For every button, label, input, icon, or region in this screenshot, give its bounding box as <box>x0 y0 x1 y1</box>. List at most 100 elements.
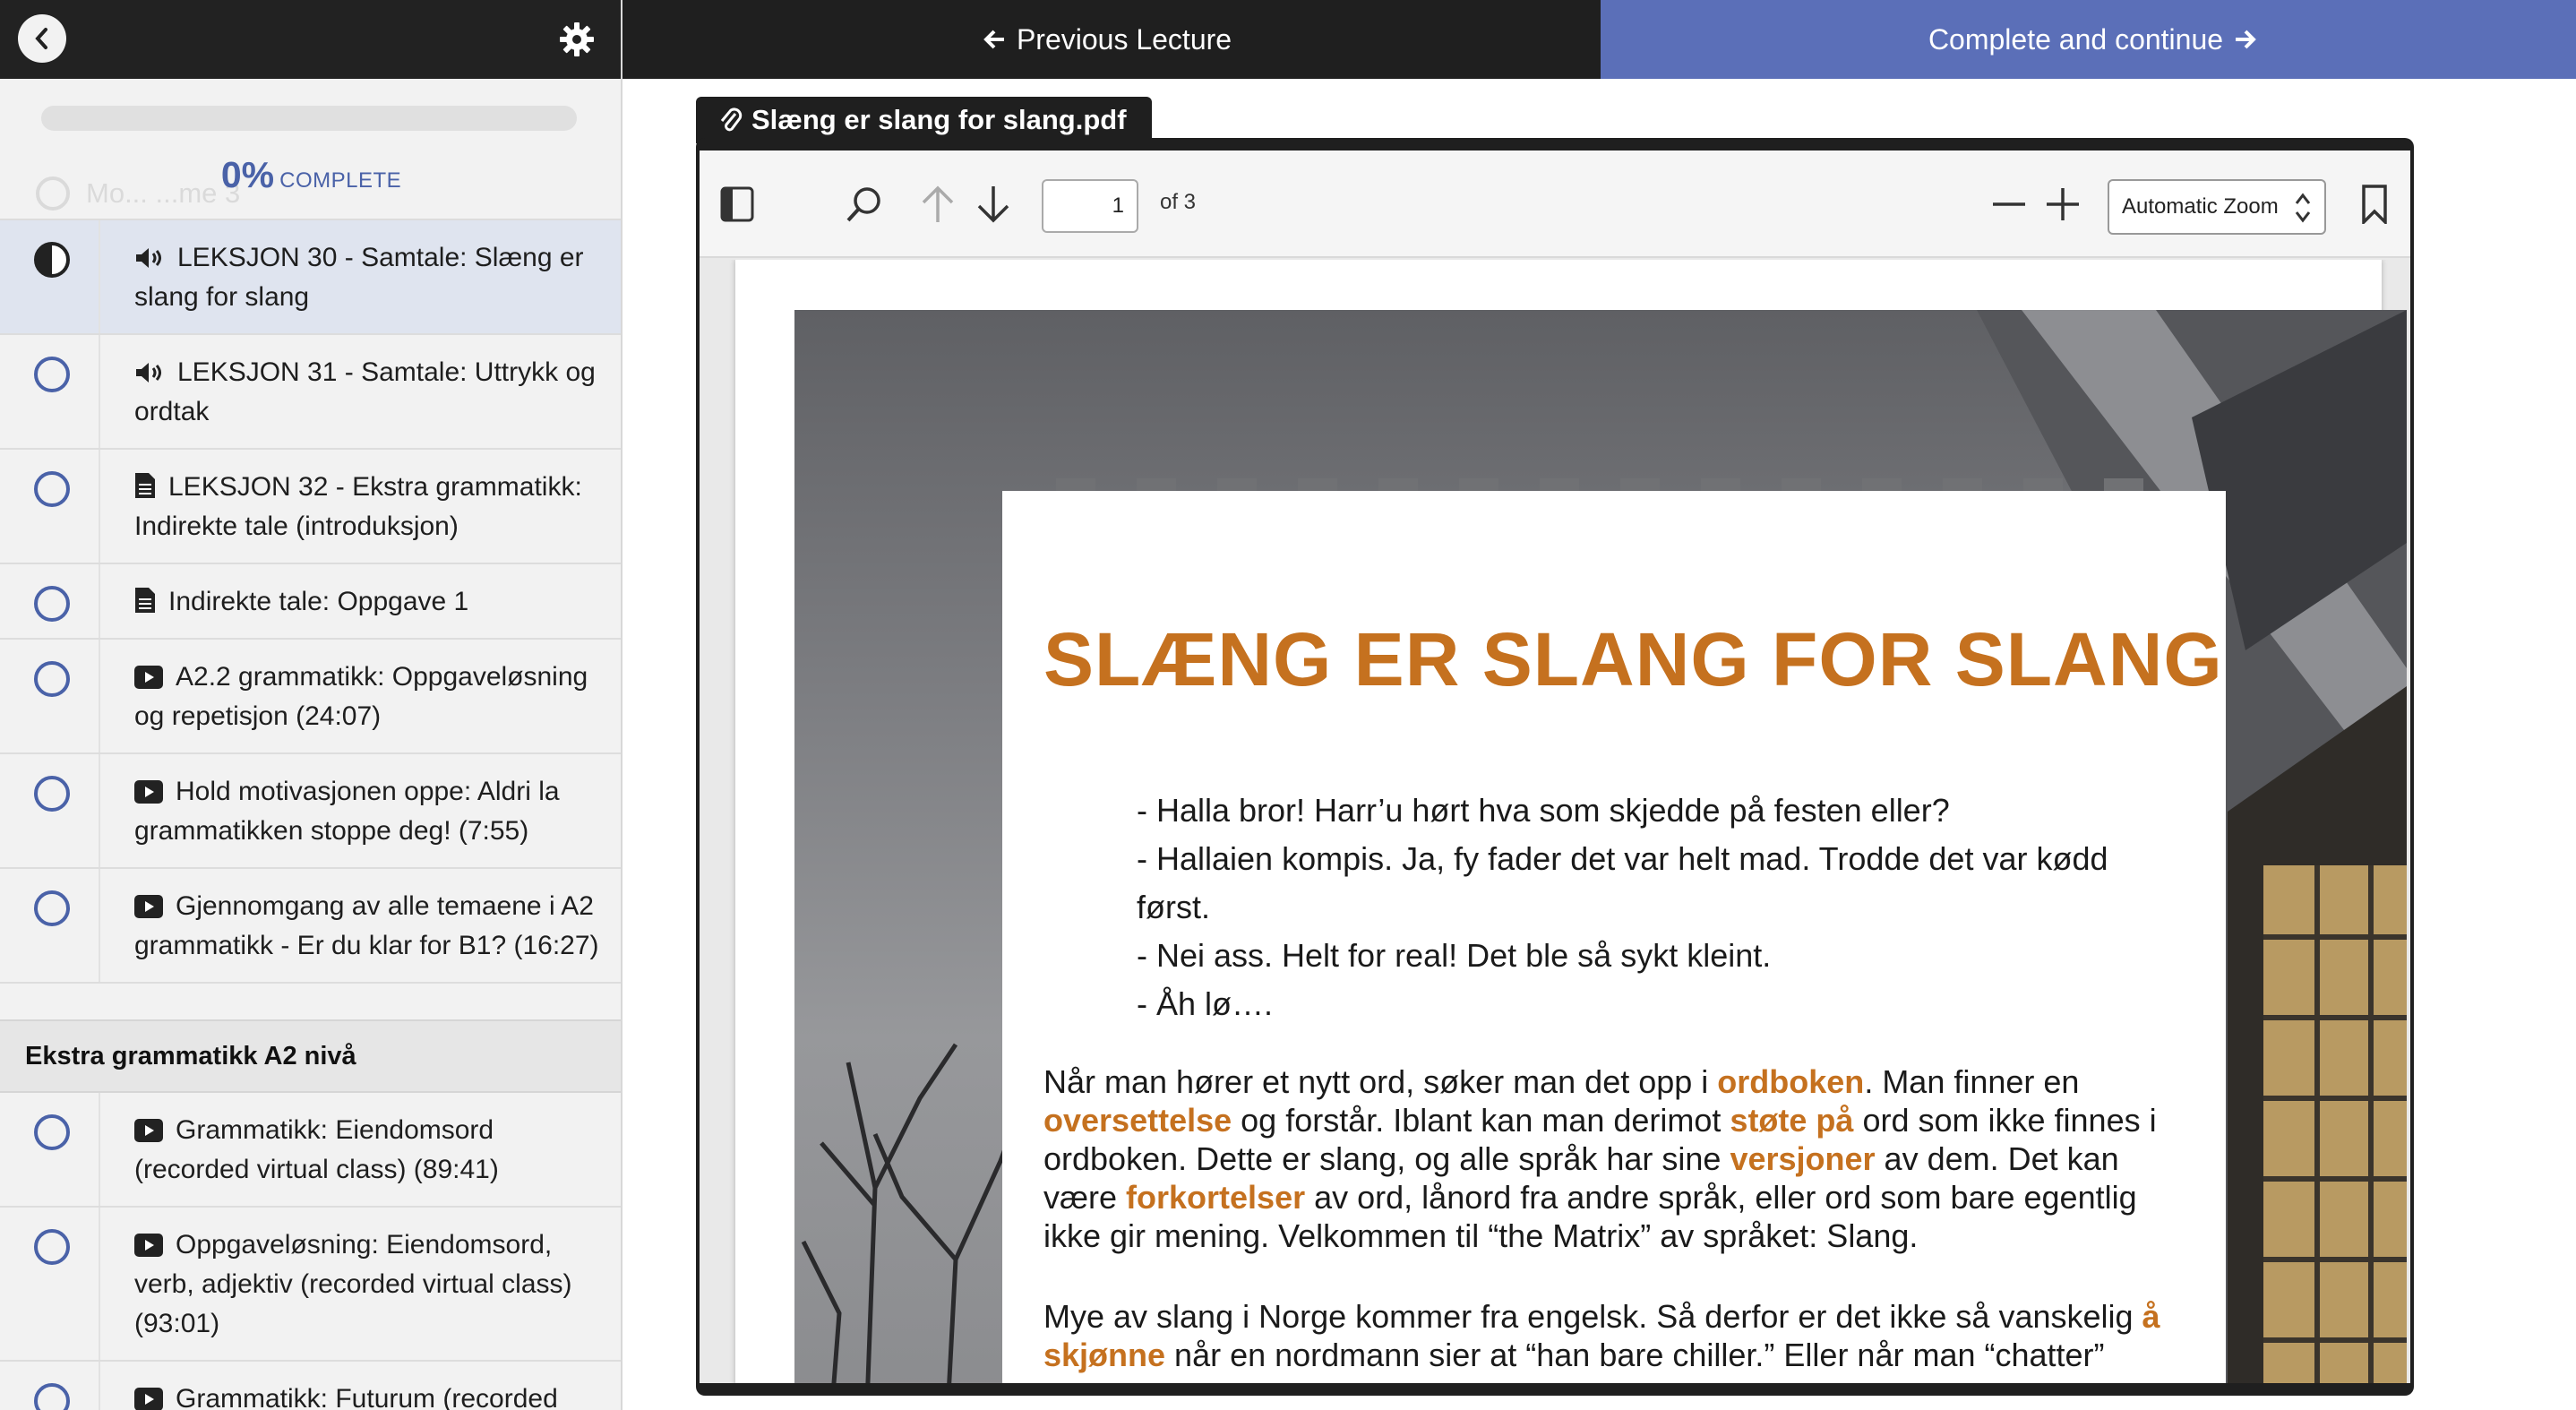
lecture-item[interactable]: LEKSJON 31 - Samtale: Uttrykk og ordtak <box>0 335 621 450</box>
gear-icon <box>560 22 594 56</box>
toggle-sidebar-button[interactable] <box>717 183 757 226</box>
arrow-down-icon <box>977 186 1009 223</box>
pdf-dialogue: - Halla bror! Harr’u hørt hva som skjedd… <box>1137 787 2158 1028</box>
arrow-left-icon <box>983 30 1004 49</box>
highlighted-word: forkortelser <box>1126 1179 1306 1216</box>
lecture-title: Hold motivasjonen oppe: Aldri la grammat… <box>134 777 560 846</box>
previous-page-button[interactable] <box>918 183 957 226</box>
lecture-item[interactable]: Indirekte tale: Oppgave 1 <box>0 564 621 640</box>
dialogue-line: - Nei ass. Helt for real! Det ble så syk… <box>1137 937 1772 974</box>
lecture-title: Indirekte tale: Oppgave 1 <box>168 587 469 616</box>
video-icon <box>134 1234 163 1257</box>
dialogue-line: - Hallaien kompis. Ja, fy fader det var … <box>1137 840 2108 925</box>
pdf-text-card: SLÆNG ER SLANG FOR SLANG - Halla bror! H… <box>1002 478 2226 1383</box>
search-icon <box>846 187 880 222</box>
dialogue-line: - Åh lø…. <box>1137 985 1274 1022</box>
lecture-item[interactable]: Oppgaveløsning: Eiendomsord, verb, adjek… <box>0 1208 621 1362</box>
lecture-title: Gjennomgang av alle temaene i A2 grammat… <box>134 891 599 960</box>
perforated-edge <box>1056 478 2143 491</box>
incomplete-status-icon[interactable] <box>34 1114 70 1150</box>
zoom-out-button[interactable] <box>1989 183 2029 226</box>
incomplete-status-icon[interactable] <box>34 357 70 392</box>
select-arrows-icon <box>2295 193 2311 223</box>
lecture-title: A2.2 grammatikk: Oppgaveløsning og repet… <box>134 662 588 731</box>
incomplete-status-icon[interactable] <box>34 776 70 812</box>
zoom-in-button[interactable] <box>2043 183 2082 226</box>
pdf-title: SLÆNG ER SLANG FOR SLANG <box>1043 617 2223 701</box>
in-progress-status-icon[interactable] <box>34 242 70 278</box>
lecture-title: LEKSJON 32 - Ekstra grammatikk: Indirekt… <box>134 472 582 541</box>
document-icon <box>135 473 155 498</box>
video-icon <box>134 1388 163 1410</box>
pdf-paragraph: Mye av slang i Norge kommer fra engelsk.… <box>1043 1298 2160 1373</box>
arrow-up-icon <box>922 185 954 222</box>
lecture-item[interactable]: LEKSJON 32 - Ekstra grammatikk: Indirekt… <box>0 450 621 564</box>
pdf-toolbar: 1 of 3 Automatic Zoom <box>700 150 2410 258</box>
page-number-input[interactable]: 1 <box>1042 179 1138 233</box>
video-icon <box>134 1119 163 1142</box>
lecture-title: LEKSJON 30 - Samtale: Slæng er slang for… <box>134 243 584 312</box>
pdf-viewer: 1 of 3 Automatic Zoom SLÆNG ER SLANG FOR… <box>696 138 2414 1396</box>
lecture-item[interactable]: Grammatikk: Eiendomsord (recorded virtua… <box>0 1093 621 1208</box>
progress-label: 0% COMPLETE <box>0 154 621 196</box>
incomplete-status-icon[interactable] <box>34 471 70 507</box>
lecture-list: LEKSJON 30 - Samtale: Slæng er slang for… <box>0 220 621 984</box>
sidebar-toggle-icon <box>720 186 754 222</box>
next-page-button[interactable] <box>974 183 1013 226</box>
arrow-right-icon <box>2236 30 2256 49</box>
attachment-filename: Slæng er slang for slang.pdf <box>751 104 1127 135</box>
zoom-select[interactable]: Automatic Zoom <box>2108 179 2326 235</box>
page-background-photo: SLÆNG ER SLANG FOR SLANG - Halla bror! H… <box>794 310 2407 1383</box>
highlighted-word: ordboken <box>1717 1063 1865 1100</box>
attachment-tab[interactable]: Slæng er slang for slang.pdf <box>696 97 1152 143</box>
progress-percent: 0% <box>220 154 275 195</box>
pdf-paragraph: Når man hører et nytt ord, søker man det… <box>1043 1063 2157 1254</box>
find-button[interactable] <box>843 183 886 226</box>
settings-button[interactable] <box>557 20 597 59</box>
lecture-title: Grammatikk: Eiendomsord (recorded virtua… <box>134 1115 499 1184</box>
lecture-list: Grammatikk: Eiendomsord (recorded virtua… <box>0 1093 621 1410</box>
incomplete-status-icon[interactable] <box>34 1229 70 1265</box>
minus-icon <box>1993 202 2025 206</box>
incomplete-status-icon[interactable] <box>34 586 70 622</box>
previous-lecture-label: Previous Lecture <box>1016 22 1232 56</box>
plus-icon <box>2047 188 2079 220</box>
complete-and-continue-button[interactable]: Complete and continue <box>1601 0 2576 79</box>
section-title: Ekstra grammatikk A2 nivå <box>0 1019 621 1093</box>
dialogue-line: - Halla bror! Harr’u hørt hva som skjedd… <box>1137 792 1950 829</box>
back-button[interactable] <box>18 14 66 63</box>
incomplete-status-icon[interactable] <box>34 890 70 926</box>
bookmark-icon <box>2362 185 2387 224</box>
lecture-item[interactable]: Grammatikk: Futurum (recorded <box>0 1362 621 1410</box>
lecture-item[interactable]: Gjennomgang av alle temaene i A2 grammat… <box>0 869 621 984</box>
lecture-title: Oppgaveløsning: Eiendomsord, verb, adjek… <box>134 1230 572 1338</box>
chevron-left-icon <box>35 28 47 49</box>
progress-word: COMPLETE <box>279 168 402 193</box>
highlighted-word: støte på <box>1730 1102 1854 1139</box>
previous-lecture-button[interactable]: Previous Lecture <box>623 0 1601 79</box>
course-sidebar: Mo... ...me 3 0% COMPLETE LEKSJON 30 - Sa… <box>0 0 623 1410</box>
pdf-page: SLÆNG ER SLANG FOR SLANG - Halla bror! H… <box>735 260 2407 1383</box>
speaker-icon <box>136 248 161 268</box>
lecture-item[interactable]: A2.2 grammatikk: Oppgaveløsning og repet… <box>0 640 621 754</box>
progress-bar <box>41 106 577 131</box>
lecture-title: Grammatikk: Futurum (recorded <box>176 1384 558 1410</box>
document-icon <box>135 588 155 613</box>
incomplete-status-icon[interactable] <box>34 1383 70 1410</box>
lecture-item[interactable]: Hold motivasjonen oppe: Aldri la grammat… <box>0 754 621 869</box>
video-icon <box>134 780 163 804</box>
complete-and-continue-label: Complete and continue <box>1928 22 2224 56</box>
video-icon <box>134 895 163 918</box>
sidebar-header <box>0 0 621 79</box>
video-icon <box>134 666 163 689</box>
speaker-icon <box>136 363 161 383</box>
paperclip-icon <box>720 107 743 132</box>
lecture-item[interactable]: LEKSJON 30 - Samtale: Slæng er slang for… <box>0 220 621 335</box>
incomplete-status-icon[interactable] <box>34 661 70 697</box>
bookmark-button[interactable] <box>2358 183 2391 226</box>
lecture-content: Slæng er slang for slang.pdf 1 of 3 Auto… <box>624 79 2576 1410</box>
page-count-label: of 3 <box>1160 190 1197 214</box>
course-progress: Mo... ...me 3 0% COMPLETE <box>0 79 621 220</box>
highlighted-word: oversettelse <box>1043 1102 1232 1139</box>
highlighted-word: versjoner <box>1730 1140 1876 1177</box>
